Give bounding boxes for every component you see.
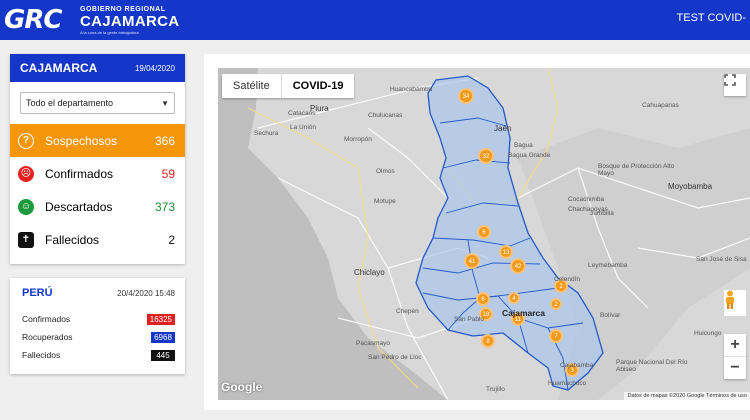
fullscreen-button[interactable]: [724, 74, 746, 96]
place-label: Piura: [310, 104, 329, 113]
stat-label: Descartados: [45, 199, 113, 214]
place-label: San José de Sisa: [696, 256, 747, 263]
stat-label: Confirmados: [45, 166, 114, 181]
stat-label: Fallecidos: [45, 232, 100, 247]
chevron-down-icon: ▼: [161, 98, 169, 108]
place-label: Pacasmayo: [356, 340, 390, 347]
place-label: Chepén: [396, 308, 419, 315]
place-label: Bosque de Protección Alto Mayo: [598, 163, 675, 177]
stat-value: 373: [154, 199, 175, 214]
zoom-out-button[interactable]: −: [724, 357, 746, 379]
place-label: Huancabamba: [390, 86, 433, 93]
place-label: Bagua: [514, 142, 533, 149]
logo-tagline: A la cuna de la gente trabajadora: [80, 30, 139, 35]
place-label: San Pablo: [454, 316, 484, 323]
peru-row-label: Confirmados: [22, 314, 71, 324]
peru-row-fallecidos: Fallecidos 445: [22, 346, 175, 364]
region-date: 19/04/2020: [134, 63, 175, 73]
satellite-button[interactable]: Satélite: [222, 74, 281, 98]
ocean-area: [218, 68, 448, 400]
logo-letters: GRC: [4, 5, 62, 35]
place-label: Cajamarca: [502, 308, 546, 318]
peru-date: 20/4/2020 15:48: [117, 288, 175, 298]
cluster-count: 42: [515, 264, 522, 270]
place-label: Trujillo: [486, 386, 505, 393]
peru-row-confirmados: Confirmados 16325: [22, 310, 175, 328]
peru-row-label: Fallecidos: [22, 350, 61, 360]
logo-line2: CAJAMARCA: [80, 13, 180, 30]
test-covid-link[interactable]: TEST COVID-: [677, 12, 746, 24]
region-title: CAJAMARCA: [20, 61, 98, 75]
peru-title: PERÚ: [22, 287, 53, 299]
place-label: Moyobamba: [668, 182, 713, 191]
stat-value: 366: [154, 133, 175, 148]
fullscreen-icon: [724, 74, 736, 86]
zoom-in-button[interactable]: +: [724, 334, 746, 356]
logo-line1: GOBIERNO REGIONAL: [80, 6, 166, 13]
stat-value: 2: [168, 232, 175, 247]
cluster-count: 32: [483, 154, 490, 160]
department-select[interactable]: Todo el departamento ▼: [20, 92, 175, 114]
peru-row-badge: 16325: [146, 313, 175, 325]
stat-row-descartados[interactable]: ☺ Descartados 373: [10, 190, 185, 223]
peru-row-badge: 6968: [151, 331, 175, 343]
place-label: Chulucanas: [368, 112, 403, 119]
place-label: Morropón: [344, 136, 372, 143]
map-type-control: Satélite COVID-19: [222, 74, 355, 98]
covid-map[interactable]: 34 32 6 41 13 42 2 6 18 11 7 8 3 2 4 Hua…: [218, 68, 750, 400]
coffin-icon: ✝: [18, 231, 34, 248]
map-canvas[interactable]: 34 32 6 41 13 42 2 6 18 11 7 8 3 2 4: [218, 68, 750, 400]
place-label: Huicungo: [694, 330, 722, 337]
peru-row-label: Rocuperados: [22, 332, 73, 342]
department-select-value: Todo el departamento: [26, 98, 114, 108]
place-label: San Pedro de Lloc: [368, 354, 422, 361]
place-label: Jaén: [494, 124, 512, 133]
cluster-count: 34: [463, 94, 470, 100]
place-label: Leymebamba: [588, 262, 628, 269]
map-card: 34 32 6 41 13 42 2 6 18 11 7 8 3 2 4 Hua…: [204, 54, 750, 410]
cluster-count: 41: [469, 259, 476, 265]
place-label: Chiclayo: [354, 268, 385, 277]
logo-text: GOBIERNO REGIONAL CAJAMARCA A la cuna de…: [80, 6, 179, 35]
place-label: Cahuapanas: [642, 102, 679, 109]
place-label: Bolívar: [600, 312, 621, 319]
map-attribution[interactable]: Datos de mapas ©2020 Google Términos de …: [624, 392, 750, 400]
place-label: La Unión: [290, 124, 317, 131]
pegman-icon: [726, 290, 734, 309]
place-label: Motupe: [374, 198, 396, 205]
place-label: Sechura: [254, 130, 279, 137]
zoom-control: + −: [724, 334, 746, 379]
place-label: Celendín: [554, 276, 581, 283]
stat-row-fallecidos[interactable]: ✝ Fallecidos 2: [10, 223, 185, 256]
region-panel-header: CAJAMARCA 19/04/2020: [10, 54, 185, 82]
stat-row-sospechosos[interactable]: ? Sospechosos 366: [10, 124, 185, 157]
grc-logo[interactable]: GRC: [4, 4, 62, 36]
help-circle-icon: ?: [18, 132, 34, 149]
place-label: Huamachuco: [548, 380, 587, 387]
google-logo[interactable]: Google: [221, 380, 262, 394]
top-header-bar: GRC GOBIERNO REGIONAL CAJAMARCA A la cun…: [0, 0, 750, 40]
peru-panel-header: PERÚ 20/4/2020 15:48: [22, 287, 175, 299]
sad-face-icon: ☹: [18, 165, 34, 182]
happy-face-icon: ☺: [18, 198, 34, 215]
stat-label: Sospechosos: [45, 133, 118, 148]
place-label: Olmos: [376, 168, 395, 175]
place-label: Jumbilla: [590, 210, 614, 217]
stat-value: 59: [161, 166, 175, 181]
place-label: Cocachimba: [568, 196, 605, 203]
cluster-count: 13: [503, 250, 510, 256]
peru-row-badge: 445: [151, 349, 175, 361]
region-stats-panel: CAJAMARCA 19/04/2020 Todo el departament…: [10, 54, 185, 264]
stat-row-confirmados[interactable]: ☹ Confirmados 59: [10, 157, 185, 190]
covid-layer-button[interactable]: COVID-19: [280, 74, 355, 98]
place-label: Parque Nacional Del Río Abiseo: [616, 359, 688, 373]
place-label: Bagua Grande: [508, 152, 551, 159]
street-view-button[interactable]: [724, 290, 746, 316]
peru-stats-panel: PERÚ 20/4/2020 15:48 Confirmados 16325 R…: [10, 278, 185, 374]
stats-list: ? Sospechosos 366 ☹ Confirmados 59 ☺ Des…: [10, 124, 185, 256]
place-label: Cajabamba: [560, 362, 594, 369]
peru-row-recuperados: Rocuperados 6968: [22, 328, 175, 346]
